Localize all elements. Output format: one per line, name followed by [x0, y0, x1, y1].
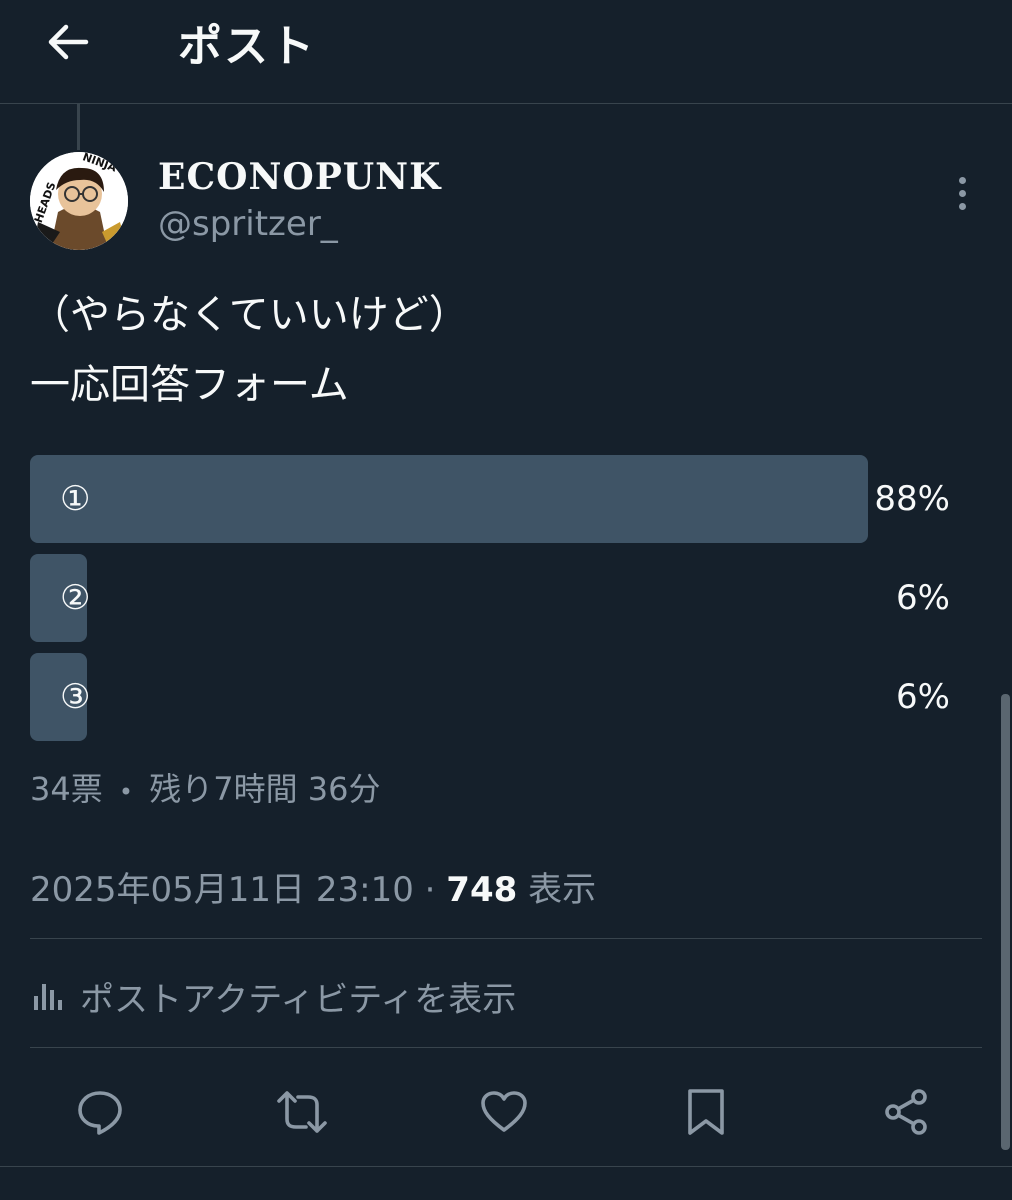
bookmark-icon — [688, 1089, 724, 1135]
top-bar: ポスト — [0, 0, 1012, 104]
timestamp-text[interactable]: 2025年05月11日 23:10 · — [30, 870, 446, 910]
like-icon — [481, 1091, 527, 1132]
author-display-name[interactable]: ECONOPUNK — [158, 156, 441, 198]
post-timestamp: 2025年05月11日 23:10 · 748 表示 — [30, 862, 596, 911]
share-button[interactable] — [878, 1084, 934, 1140]
scrollbar[interactable] — [1001, 694, 1010, 1150]
post-activity-label: ポストアクティビティを表示 — [80, 979, 517, 1020]
poll-option-label: ③ — [60, 677, 91, 717]
divider — [30, 938, 982, 939]
poll-meta: 34票 • 残り7時間 36分 — [30, 764, 381, 810]
poll-separator: • — [118, 778, 134, 806]
poll-bar — [30, 455, 868, 543]
divider — [0, 1166, 1012, 1167]
post-activity-link[interactable]: ポストアクティビティを表示 — [30, 974, 517, 1020]
poll-option-percent: 6% — [896, 578, 950, 618]
more-dots-icon — [958, 176, 966, 184]
repost-icon — [277, 1091, 327, 1133]
avatar[interactable]: NINJA HEADS — [30, 152, 128, 250]
poll-option-2[interactable]: ② 6% — [30, 554, 950, 642]
views-count: 748 — [446, 870, 518, 910]
poll-option-label: ① — [60, 479, 91, 519]
thread-connector — [77, 104, 80, 150]
poll-option-label: ② — [60, 578, 91, 618]
share-icon — [885, 1089, 927, 1135]
page-title: ポスト — [178, 21, 316, 72]
arrow-left-icon — [48, 24, 89, 60]
poll-option-percent: 88% — [874, 479, 950, 519]
like-button[interactable] — [476, 1084, 532, 1140]
analytics-icon — [34, 984, 62, 1010]
bookmark-button[interactable] — [678, 1084, 734, 1140]
more-options-button[interactable] — [942, 170, 982, 216]
author-handle[interactable]: @spritzer_ — [158, 204, 338, 244]
post-text: （やらなくていいけど） 一応回答フォーム — [30, 292, 469, 408]
poll-option-3[interactable]: ③ 6% — [30, 653, 950, 741]
reply-icon — [78, 1091, 122, 1135]
repost-button[interactable] — [274, 1084, 330, 1140]
divider — [30, 1047, 982, 1048]
views-label: 表示 — [517, 870, 597, 910]
back-button[interactable] — [40, 14, 96, 70]
reply-button[interactable] — [72, 1084, 128, 1140]
poll-remaining: 残り7時間 36分 — [149, 770, 381, 808]
poll-option-percent: 6% — [896, 677, 950, 717]
poll-votes: 34票 — [30, 770, 103, 808]
poll-option-1[interactable]: ① 88% — [30, 455, 950, 543]
